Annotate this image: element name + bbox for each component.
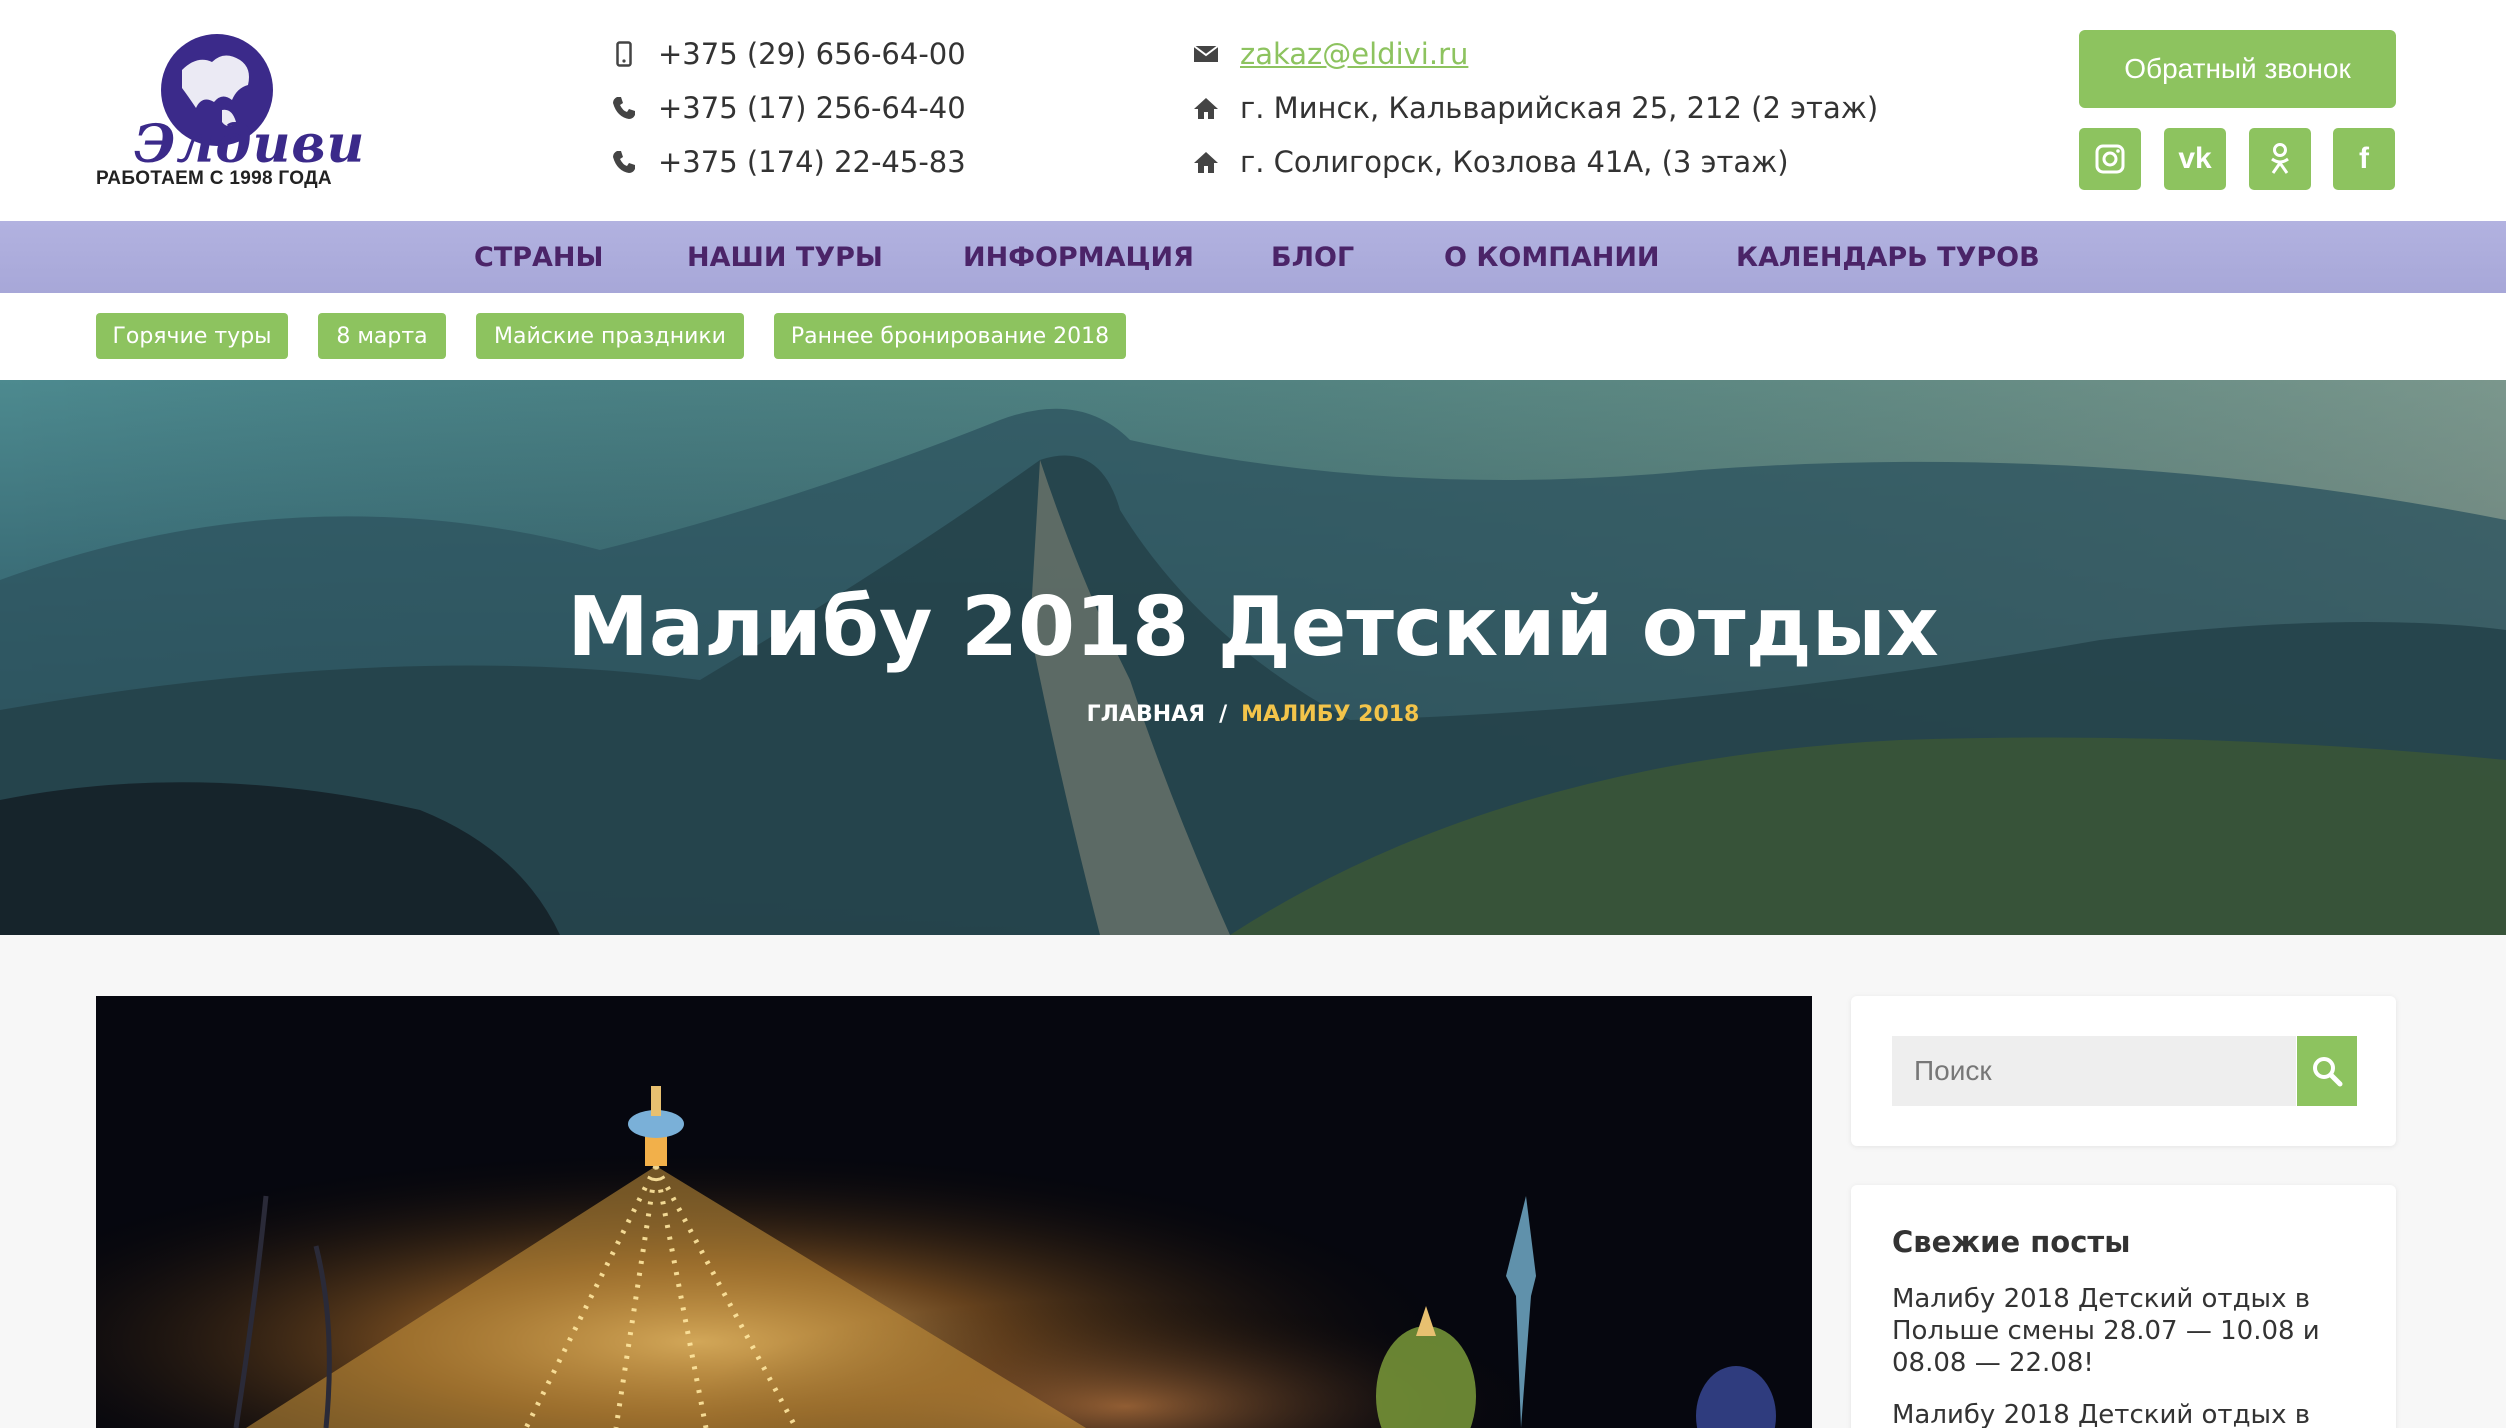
search-widget [1851, 996, 2396, 1146]
address-text: г. Солигорск, Козлова 41А, (3 этаж) [1240, 145, 1789, 179]
phone-soligorsk[interactable]: +375 (174) 22-45-83 [608, 145, 966, 179]
recent-posts-title: Свежие посты [1892, 1225, 2131, 1259]
recent-post-link[interactable]: Малибу 2018 Детский отдых в [1892, 1399, 2362, 1428]
home-icon [1190, 96, 1222, 120]
site-header: Элдиви РАБОТАЕМ С 1998 ГОДА +375 (29) 65… [0, 0, 2506, 221]
address-soligorsk: г. Солигорск, Козлова 41А, (3 этаж) [1190, 145, 1789, 179]
tag-early-booking[interactable]: Раннее бронирование 2018 [774, 313, 1126, 359]
nav-countries[interactable]: СТРАНЫ [474, 221, 604, 293]
site-logo[interactable]: Элдиви РАБОТАЕМ С 1998 ГОДА [96, 24, 364, 194]
post-featured-image [96, 996, 1812, 1428]
breadcrumb-current: МАЛИБУ 2018 [1241, 702, 1420, 727]
phone-number: +375 (17) 256-64-40 [658, 91, 966, 125]
facebook-button[interactable]: f [2333, 128, 2395, 190]
breadcrumb: ГЛАВНАЯ / МАЛИБУ 2018 [0, 702, 2506, 727]
phone-icon [608, 95, 640, 121]
phone-mobile[interactable]: +375 (29) 656-64-00 [608, 37, 966, 71]
envelope-icon [1190, 44, 1222, 64]
search-icon [2313, 1057, 2343, 1087]
mobile-phone-icon [608, 41, 640, 67]
email-contact[interactable]: zakaz@eldivi.ru [1190, 37, 1468, 71]
night-carousel-photo [96, 996, 1812, 1428]
nav-tour-calendar[interactable]: КАЛЕНДАРЬ ТУРОВ [1736, 221, 2040, 293]
odnoklassniki-icon [2271, 143, 2289, 174]
phone-icon [608, 149, 640, 175]
search-input[interactable] [1892, 1036, 2296, 1106]
search-button[interactable] [2297, 1036, 2357, 1106]
nav-our-tours[interactable]: НАШИ ТУРЫ [687, 221, 883, 293]
phone-number: +375 (174) 22-45-83 [658, 145, 966, 179]
page-title: Малибу 2018 Детский отдых [567, 580, 1939, 675]
breadcrumb-separator: / [1219, 702, 1228, 727]
nav-blog[interactable]: БЛОГ [1271, 221, 1354, 293]
nav-about[interactable]: О КОМПАНИИ [1444, 221, 1660, 293]
vk-button[interactable]: vk [2164, 128, 2226, 190]
address-minsk: г. Минск, Кальварийская 25, 212 (2 этаж) [1190, 91, 1878, 125]
vk-icon: vk [2178, 142, 2212, 175]
logo-wordmark: Элдиви [134, 114, 366, 175]
phone-minsk[interactable]: +375 (17) 256-64-40 [608, 91, 966, 125]
instagram-icon [2095, 144, 2125, 174]
facebook-icon: f [2359, 142, 2369, 175]
tag-bar: Горячие туры 8 марта Майские праздники Р… [0, 293, 2506, 380]
logo-tagline: РАБОТАЕМ С 1998 ГОДА [96, 168, 332, 189]
instagram-button[interactable] [2079, 128, 2141, 190]
callback-button[interactable]: Обратный звонок [2079, 30, 2396, 108]
tag-hot-tours[interactable]: Горячие туры [96, 313, 288, 359]
breadcrumb-home[interactable]: ГЛАВНАЯ [1087, 702, 1205, 727]
phone-number: +375 (29) 656-64-00 [658, 37, 966, 71]
address-text: г. Минск, Кальварийская 25, 212 (2 этаж) [1240, 91, 1879, 125]
recent-post-link[interactable]: Малибу 2018 Детский отдых в Польше смены… [1892, 1283, 2362, 1379]
home-icon [1190, 150, 1222, 174]
nav-information[interactable]: ИНФОРМАЦИЯ [963, 221, 1194, 293]
hero-banner: Малибу 2018 Детский отдых ГЛАВНАЯ / МАЛИБУ… [0, 380, 2506, 935]
tag-march-8[interactable]: 8 марта [318, 313, 446, 359]
main-nav: СТРАНЫ НАШИ ТУРЫ ИНФОРМАЦИЯ БЛОГ О КОМПА… [0, 221, 2506, 293]
tag-may-holidays[interactable]: Майские праздники [476, 313, 744, 359]
odnoklassniki-button[interactable] [2249, 128, 2311, 190]
email-link[interactable]: zakaz@eldivi.ru [1240, 37, 1468, 71]
recent-posts-widget: Свежие посты Малибу 2018 Детский отдых в… [1851, 1185, 2396, 1428]
